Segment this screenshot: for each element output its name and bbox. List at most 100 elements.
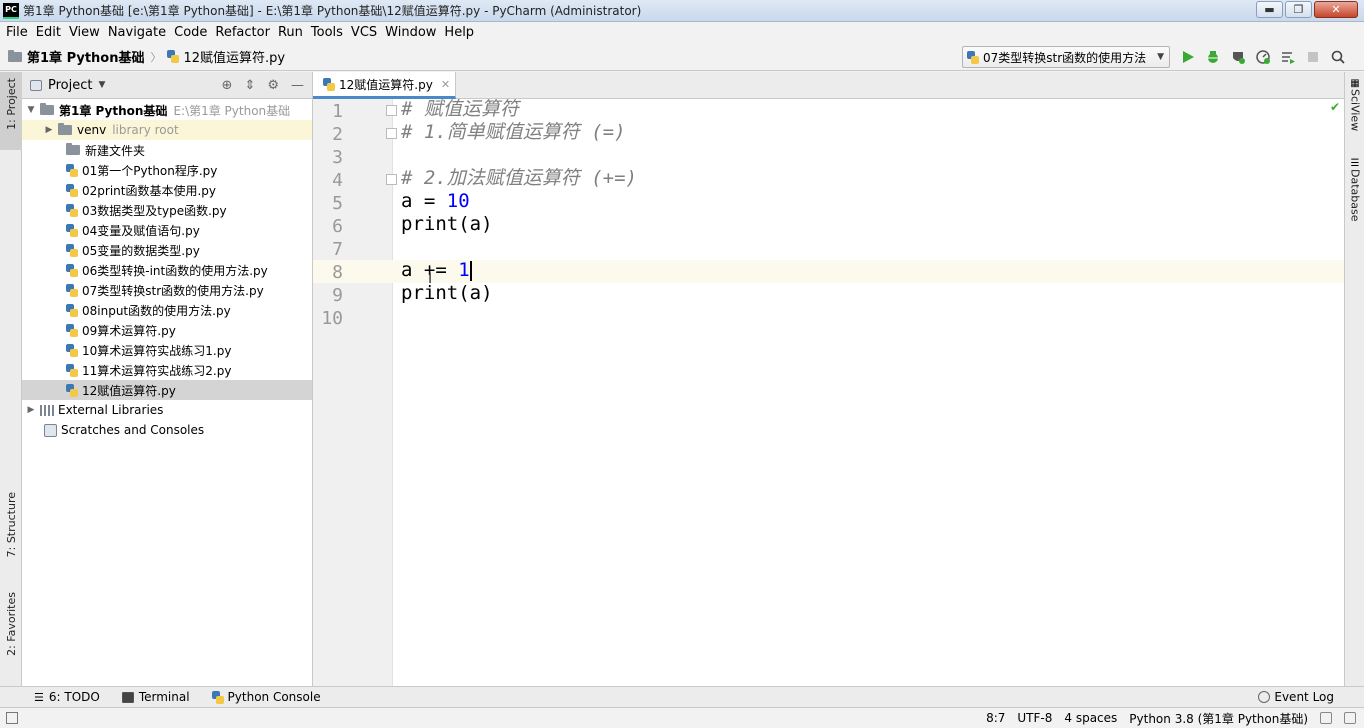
editor-tab-bar: 12赋值运算符.py ✕ (313, 72, 1344, 99)
title-bar: PC 第1章 Python基础 [e:\第1章 Python基础] - E:\第… (0, 0, 1364, 22)
close-button[interactable]: ✕ (1314, 1, 1358, 18)
database-tool-tab[interactable]: ☰ Database (1345, 158, 1364, 238)
menu-window[interactable]: Window (381, 25, 440, 40)
fold-marker-icon[interactable] (386, 174, 397, 185)
gear-icon[interactable]: ⚙ (267, 78, 279, 93)
todo-tool-tab[interactable]: ☰ 6: TODO (34, 690, 100, 704)
menu-edit[interactable]: Edit (32, 25, 65, 40)
hide-icon[interactable]: — (291, 78, 304, 93)
terminal-icon (121, 691, 134, 703)
tree-scratches[interactable]: Scratches and Consoles (22, 420, 312, 440)
python-file-icon (66, 163, 78, 177)
folder-icon (66, 143, 80, 155)
tree-item-file[interactable]: 01第一个Python程序.py (22, 160, 312, 180)
debug-icon[interactable] (1205, 49, 1221, 65)
coverage-icon[interactable] (1230, 49, 1246, 65)
menu-refactor[interactable]: Refactor (211, 25, 274, 40)
tree-item-label: 12赋值运算符.py (82, 383, 176, 398)
tree-venv-note: library root (112, 123, 179, 137)
breadcrumb-project[interactable]: 第1章 Python基础 (27, 47, 144, 66)
tree-item-label: 02print函数基本使用.py (82, 183, 216, 198)
collapse-all-icon[interactable]: ⇕ (244, 78, 255, 93)
line-number: 3 (332, 147, 343, 168)
lock-icon[interactable] (1320, 712, 1332, 724)
menu-help[interactable]: Help (440, 25, 478, 40)
menu-file[interactable]: File (2, 25, 32, 40)
menu-view[interactable]: View (65, 25, 104, 40)
file-encoding[interactable]: UTF-8 (1017, 711, 1052, 725)
tree-item-file[interactable]: 06类型转换-int函数的使用方法.py (22, 260, 312, 280)
caret-position[interactable]: 8:7 (986, 711, 1005, 725)
database-tool-tab-label: Database (1348, 169, 1362, 222)
maximize-button[interactable]: ❐ (1285, 1, 1312, 18)
python-console-tool-tab[interactable]: Python Console (211, 690, 321, 704)
profile-icon[interactable] (1255, 49, 1271, 65)
tree-item-file-selected[interactable]: 12赋值运算符.py (22, 380, 312, 400)
menu-run[interactable]: Run (274, 25, 307, 40)
breadcrumb-separator-icon: 〉 (150, 50, 162, 64)
event-log-icon (1258, 691, 1271, 703)
tree-item-file[interactable]: 04变量及赋值语句.py (22, 220, 312, 240)
tool-windows-toggle-icon[interactable] (6, 712, 18, 724)
tree-item-file[interactable]: 02print函数基本使用.py (22, 180, 312, 200)
mouse-ibeam-cursor-icon: I (428, 272, 432, 288)
tree-external-libraries[interactable]: ▶ External Libraries (22, 400, 312, 420)
chevron-right-icon[interactable]: ▶ (26, 405, 36, 415)
favorites-tool-tab-label: 2: Favorites (4, 592, 18, 656)
tree-item-file[interactable]: 09算术运算符.py (22, 320, 312, 340)
event-log-tool-tab[interactable]: Event Log (1258, 690, 1334, 704)
indent-setting[interactable]: 4 spaces (1064, 711, 1117, 725)
minimize-button[interactable]: ▬ (1256, 1, 1283, 18)
tree-item-file[interactable]: 05变量的数据类型.py (22, 240, 312, 260)
sciview-tool-tab[interactable]: ▦ SciView (1345, 78, 1364, 150)
tree-root[interactable]: ▼ 第1章 Python基础 E:\第1章 Python基础 (22, 100, 312, 120)
window-controls: ▬ ❐ ✕ (1256, 1, 1358, 18)
fold-marker-icon[interactable] (386, 105, 397, 116)
tree-item-file[interactable]: 07类型转换str函数的使用方法.py (22, 280, 312, 300)
tree-item-file[interactable]: 11算术运算符实战练习2.py (22, 360, 312, 380)
menu-tools[interactable]: Tools (307, 25, 347, 40)
tree-item-label: 新建文件夹 (85, 143, 146, 158)
python-file-icon (66, 243, 78, 257)
tree-external-libraries-label: External Libraries (58, 403, 164, 417)
editor-tab-active[interactable]: 12赋值运算符.py ✕ (313, 72, 456, 99)
project-tool-tab[interactable]: 1: Project (0, 72, 22, 150)
breadcrumb-file[interactable]: 12赋值运算符.py (183, 47, 285, 66)
inspection-ok-icon[interactable]: ✔ (1330, 100, 1340, 114)
chevron-down-icon[interactable]: ▼ (26, 105, 36, 115)
tree-item-new-folder[interactable]: 新建文件夹 (22, 140, 312, 160)
terminal-tool-tab[interactable]: Terminal (121, 690, 190, 704)
tree-venv[interactable]: ▶ venv library root (22, 120, 312, 140)
run-configuration-select[interactable]: 07类型转换str函数的使用方法 ▼ (962, 46, 1170, 68)
tree-item-file[interactable]: 03数据类型及type函数.py (22, 200, 312, 220)
search-everywhere-icon[interactable] (1330, 49, 1346, 65)
python-file-icon (66, 203, 78, 217)
code-text: a = (401, 190, 447, 212)
tree-item-file[interactable]: 10算术运算符实战练习1.py (22, 340, 312, 360)
line-number: 9 (332, 285, 343, 306)
python-interpreter[interactable]: Python 3.8 (第1章 Python基础) (1129, 710, 1308, 727)
menu-navigate[interactable]: Navigate (104, 25, 170, 40)
folder-icon (40, 103, 54, 115)
locate-icon[interactable]: ⊕ (222, 78, 233, 93)
stop-icon[interactable] (1305, 49, 1321, 65)
tree-item-file[interactable]: 08input函数的使用方法.py (22, 300, 312, 320)
favorites-tool-tab[interactable]: 2: Favorites (0, 592, 22, 678)
tree-item-label: 10算术运算符实战练习1.py (82, 343, 232, 358)
chevron-down-icon[interactable]: ▼ (98, 80, 105, 90)
comment-text: # 2.加法赋值运算符 (+=) (401, 167, 637, 189)
chevron-right-icon[interactable]: ▶ (44, 125, 54, 135)
tree-root-path: E:\第1章 Python基础 (173, 103, 291, 118)
fold-marker-icon[interactable] (386, 128, 397, 139)
run-icon[interactable] (1180, 49, 1196, 65)
structure-tool-tab[interactable]: 7: Structure (0, 492, 22, 578)
menu-vcs[interactable]: VCS (347, 25, 381, 40)
build-icon[interactable] (1280, 49, 1296, 65)
close-icon[interactable]: ✕ (441, 78, 450, 91)
number-literal: 1 (458, 259, 470, 281)
inspector-icon[interactable] (1344, 712, 1356, 724)
project-panel-title[interactable]: Project (48, 78, 92, 93)
project-tool-tab-label: 1: Project (4, 78, 18, 130)
menu-code[interactable]: Code (170, 25, 211, 40)
pycharm-logo-icon: PC (3, 2, 19, 19)
